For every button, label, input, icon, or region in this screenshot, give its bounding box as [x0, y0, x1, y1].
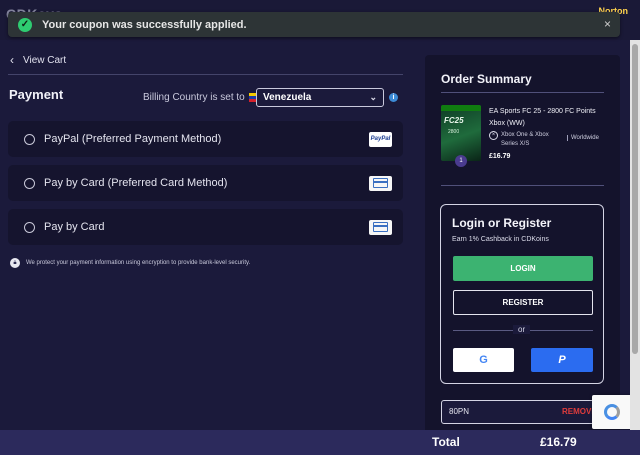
order-summary-title: Order Summary	[441, 72, 532, 86]
paypal-icon: PayPal	[369, 131, 392, 147]
close-icon[interactable]: ×	[604, 17, 611, 31]
scrollbar[interactable]	[630, 40, 640, 430]
card-icon	[369, 175, 392, 191]
payment-option-label: Pay by Card	[44, 221, 105, 233]
platform-text: Xbox One & Xbox Series X/S	[501, 132, 549, 147]
coupon-code: 80PN	[449, 407, 470, 416]
billing-label-text: Billing Country is set to	[143, 92, 245, 103]
payment-option-paypal[interactable]: PayPal (Preferred Payment Method) PayPal	[8, 121, 403, 157]
billing-country-label: Billing Country is set to	[143, 92, 261, 103]
login-title: Login or Register	[452, 216, 552, 230]
coupon-success-toast: ✓ Your coupon was successfully applied. …	[8, 12, 620, 37]
total-bar: Total £16.79	[0, 430, 640, 455]
quantity-badge: 1	[455, 155, 467, 167]
view-cart-link[interactable]: ‹ View Cart	[10, 53, 66, 67]
payment-option-label: PayPal (Preferred Payment Method)	[44, 133, 222, 145]
register-button[interactable]: REGISTER	[453, 290, 593, 315]
radio-button[interactable]	[24, 133, 35, 145]
recaptcha-icon	[604, 404, 620, 420]
country-select[interactable]: Venezuela ⌄	[256, 88, 384, 107]
payment-option-label: Pay by Card (Preferred Card Method)	[44, 177, 228, 189]
product-region: Worldwide	[567, 135, 599, 141]
payment-option-card[interactable]: Pay by Card	[8, 209, 403, 245]
lock-icon: 🔒︎	[10, 258, 20, 268]
login-button[interactable]: LOGIN	[453, 256, 593, 281]
chevron-left-icon: ‹	[10, 53, 14, 67]
security-note: 🔒︎ We protect your payment information u…	[10, 258, 250, 268]
info-icon[interactable]: i	[389, 93, 398, 102]
product-image[interactable]: FC25 2800	[441, 105, 481, 161]
product-platform: × Xbox One & Xbox Series X/S	[489, 131, 561, 149]
divider	[441, 185, 604, 186]
product-name[interactable]: EA Sports FC 25 - 2800 FC Points Xbox (W…	[489, 106, 604, 130]
scrollbar-thumb[interactable]	[632, 44, 638, 354]
payment-title: Payment	[9, 87, 64, 102]
login-register-box: Login or Register Earn 1% Cashback in CD…	[440, 204, 604, 384]
divider	[441, 92, 604, 93]
paypal-icon: P	[558, 354, 566, 366]
card-icon	[369, 219, 392, 235]
total-value: £16.79	[540, 435, 577, 449]
paypal-login-button[interactable]: P	[531, 348, 593, 372]
payment-option-card-preferred[interactable]: Pay by Card (Preferred Card Method)	[8, 165, 403, 201]
radio-button[interactable]	[24, 221, 35, 233]
radio-button[interactable]	[24, 177, 35, 189]
country-value: Venezuela	[263, 92, 312, 103]
chevron-down-icon: ⌄	[369, 92, 377, 102]
or-separator: or	[513, 325, 531, 334]
total-label: Total	[432, 435, 460, 449]
check-circle-icon: ✓	[18, 17, 32, 32]
view-cart-label: View Cart	[23, 54, 67, 66]
divider	[8, 74, 403, 75]
coupon-field: 80PN REMOVE	[441, 400, 603, 424]
xbox-icon: ×	[489, 131, 498, 140]
google-icon: G	[479, 354, 488, 366]
google-login-button[interactable]: G	[453, 348, 514, 372]
product-price: £16.79	[489, 153, 511, 160]
cashback-text: Earn 1% Cashback in CDKoins	[452, 236, 549, 243]
toast-message: Your coupon was successfully applied.	[42, 18, 247, 31]
security-note-text: We protect your payment information usin…	[26, 260, 251, 266]
recaptcha-badge[interactable]	[592, 395, 632, 429]
